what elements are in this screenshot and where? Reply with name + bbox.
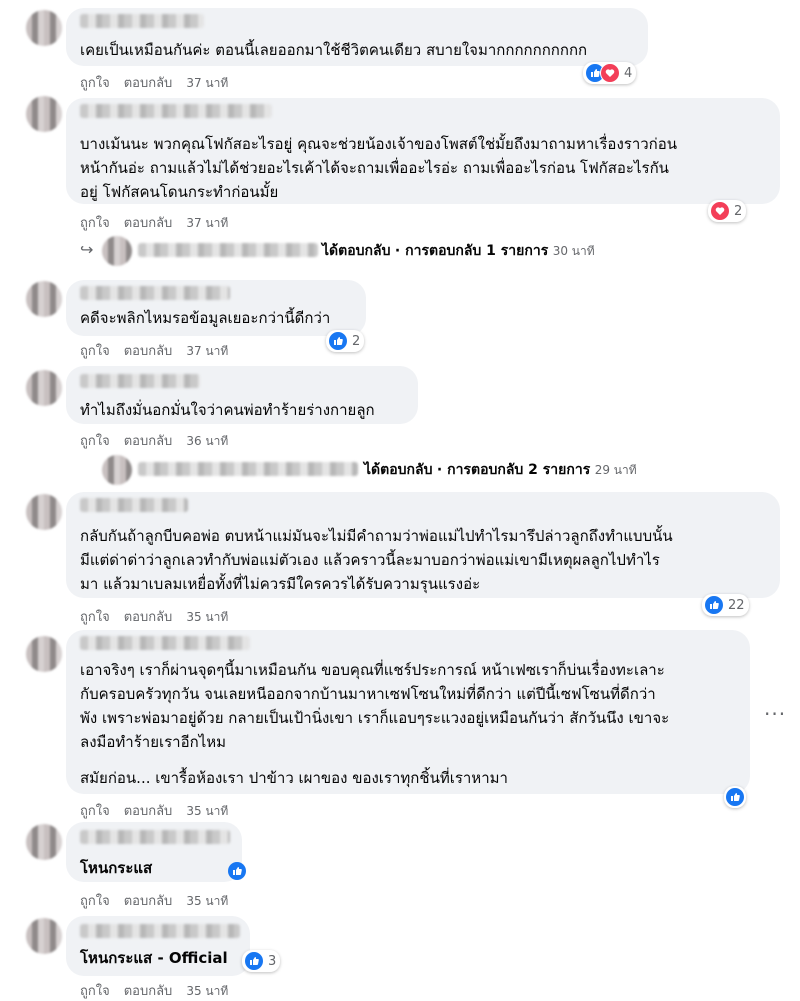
commenter-name[interactable] bbox=[80, 830, 230, 844]
reply-avatar bbox=[102, 455, 132, 485]
reaction-count[interactable]: 22 bbox=[702, 594, 749, 616]
like-button[interactable]: ถูกใจ bbox=[80, 804, 110, 819]
reply-button[interactable]: ตอบกลับ bbox=[124, 610, 173, 625]
comment-text: คดีจะพลิกไหมรอข้อมูลเยอะกว่านี้ดีกว่า bbox=[80, 309, 331, 327]
comment-actions: ถูกใจ ตอบกลับ 36 นาที bbox=[80, 430, 242, 451]
timestamp[interactable]: 35 นาที bbox=[186, 804, 228, 818]
timestamp[interactable]: 35 นาที bbox=[186, 984, 228, 998]
comment-actions: ถูกใจ ตอบกลับ 35 นาที bbox=[80, 890, 242, 911]
reaction-number: 22 bbox=[728, 597, 745, 613]
reaction-count[interactable]: 4 bbox=[583, 62, 637, 84]
like-button[interactable]: ถูกใจ bbox=[80, 216, 110, 231]
reply-summary[interactable]: ↪ bbox=[80, 240, 93, 259]
replier-name[interactable] bbox=[138, 462, 358, 476]
comment-text: เคยเป็นเหมือนกันค่ะ ตอนนี้เลยออกมาใช้ชีว… bbox=[80, 41, 588, 59]
timestamp[interactable]: 35 นาที bbox=[186, 610, 228, 624]
reply-button[interactable]: ตอบกลับ bbox=[124, 344, 173, 359]
comment-actions: ถูกใจ ตอบกลับ 37 นาที bbox=[80, 212, 242, 233]
reply-button[interactable]: ตอบกลับ bbox=[124, 216, 173, 231]
verified-like-icon[interactable] bbox=[228, 862, 246, 880]
like-button[interactable]: ถูกใจ bbox=[80, 76, 110, 91]
reply-button[interactable]: ตอบกลับ bbox=[124, 804, 173, 819]
commenter-name[interactable] bbox=[80, 924, 240, 938]
avatar[interactable] bbox=[26, 10, 62, 46]
timestamp[interactable]: 35 นาที bbox=[186, 894, 228, 908]
like-button[interactable]: ถูกใจ bbox=[80, 894, 110, 909]
reply-button[interactable]: ตอบกลับ bbox=[124, 76, 173, 91]
comment-text: โหนกระแส bbox=[80, 859, 153, 877]
like-icon bbox=[725, 787, 745, 807]
reply-summary-text[interactable]: ได้ตอบกลับ · การตอบกลับ 2 รายการ 29 นาที bbox=[364, 459, 637, 481]
reply-button[interactable]: ตอบกลับ bbox=[124, 434, 173, 449]
heart-icon bbox=[600, 63, 620, 83]
commenter-name[interactable] bbox=[80, 104, 272, 118]
comment-text: ทำไมถึงมั่นอกมั่นใจว่าคนพ่อทำร้ายร่างกาย… bbox=[80, 401, 375, 419]
like-button[interactable]: ถูกใจ bbox=[80, 984, 110, 999]
commenter-name[interactable] bbox=[80, 374, 200, 388]
reaction-count[interactable]: 3 bbox=[242, 950, 281, 972]
timestamp[interactable]: 37 นาที bbox=[186, 344, 228, 358]
avatar[interactable] bbox=[26, 494, 62, 530]
like-icon bbox=[328, 331, 348, 351]
reaction-number: 3 bbox=[268, 953, 277, 969]
comment-actions: ถูกใจ ตอบกลับ 35 นาที bbox=[80, 800, 242, 821]
comment-text: กลับกันถ้าลูกบีบคอพ่อ ตบหน้าแม่มันจะไม่ม… bbox=[80, 527, 673, 593]
replier-name[interactable] bbox=[138, 243, 318, 257]
reaction-count[interactable] bbox=[724, 786, 746, 808]
like-button[interactable]: ถูกใจ bbox=[80, 434, 110, 449]
like-icon bbox=[704, 595, 724, 615]
commenter-name[interactable] bbox=[80, 286, 230, 300]
like-button[interactable]: ถูกใจ bbox=[80, 344, 110, 359]
timestamp[interactable]: 37 นาที bbox=[186, 216, 228, 230]
comment-actions: ถูกใจ ตอบกลับ 37 นาที bbox=[80, 340, 242, 361]
avatar[interactable] bbox=[26, 824, 62, 860]
more-options-icon[interactable]: ··· bbox=[764, 702, 786, 726]
reply-button[interactable]: ตอบกลับ bbox=[124, 984, 173, 999]
avatar[interactable] bbox=[26, 370, 62, 406]
reply-summary-text[interactable]: ได้ตอบกลับ · การตอบกลับ 1 รายการ 30 นาที bbox=[322, 240, 595, 262]
reaction-count[interactable]: 2 bbox=[326, 330, 365, 352]
commenter-name[interactable] bbox=[80, 498, 188, 512]
comment-text: เอาจริงๆ เราก็ผ่านจุดๆนี้มาเหมือนกัน ขอบ… bbox=[80, 661, 670, 751]
reaction-number: 2 bbox=[734, 203, 743, 219]
avatar[interactable] bbox=[26, 96, 62, 132]
comment-actions: ถูกใจ ตอบกลับ 35 นาที bbox=[80, 980, 242, 1001]
reply-button[interactable]: ตอบกลับ bbox=[124, 894, 173, 909]
like-icon bbox=[244, 951, 264, 971]
reply-avatar bbox=[102, 236, 132, 266]
heart-icon bbox=[710, 201, 730, 221]
timestamp[interactable]: 37 นาที bbox=[186, 76, 228, 90]
commenter-name[interactable] bbox=[80, 14, 204, 28]
avatar[interactable] bbox=[26, 281, 62, 317]
reply-arrow-icon: ↪ bbox=[80, 240, 94, 259]
comment-actions: ถูกใจ ตอบกลับ 37 นาที bbox=[80, 72, 242, 93]
comment-text: บางเม้นนะ พวกคุณโฟกัสอะไรอยู่ คุณจะช่วยน… bbox=[80, 135, 678, 201]
like-button[interactable]: ถูกใจ bbox=[80, 610, 110, 625]
timestamp[interactable]: 36 นาที bbox=[186, 434, 228, 448]
reaction-count[interactable]: 2 bbox=[708, 200, 747, 222]
reaction-number: 2 bbox=[352, 333, 361, 349]
comment-actions: ถูกใจ ตอบกลับ 35 นาที bbox=[80, 606, 242, 627]
comment-text: โหนกระแส - Official bbox=[80, 949, 228, 967]
avatar[interactable] bbox=[26, 918, 62, 954]
avatar[interactable] bbox=[26, 636, 62, 672]
commenter-name[interactable] bbox=[80, 636, 250, 650]
reaction-number: 4 bbox=[624, 65, 633, 81]
comment-text-paragraph: สมัยก่อน... เขารื้อห้องเรา ปาข้าว เผาของ… bbox=[80, 769, 508, 787]
